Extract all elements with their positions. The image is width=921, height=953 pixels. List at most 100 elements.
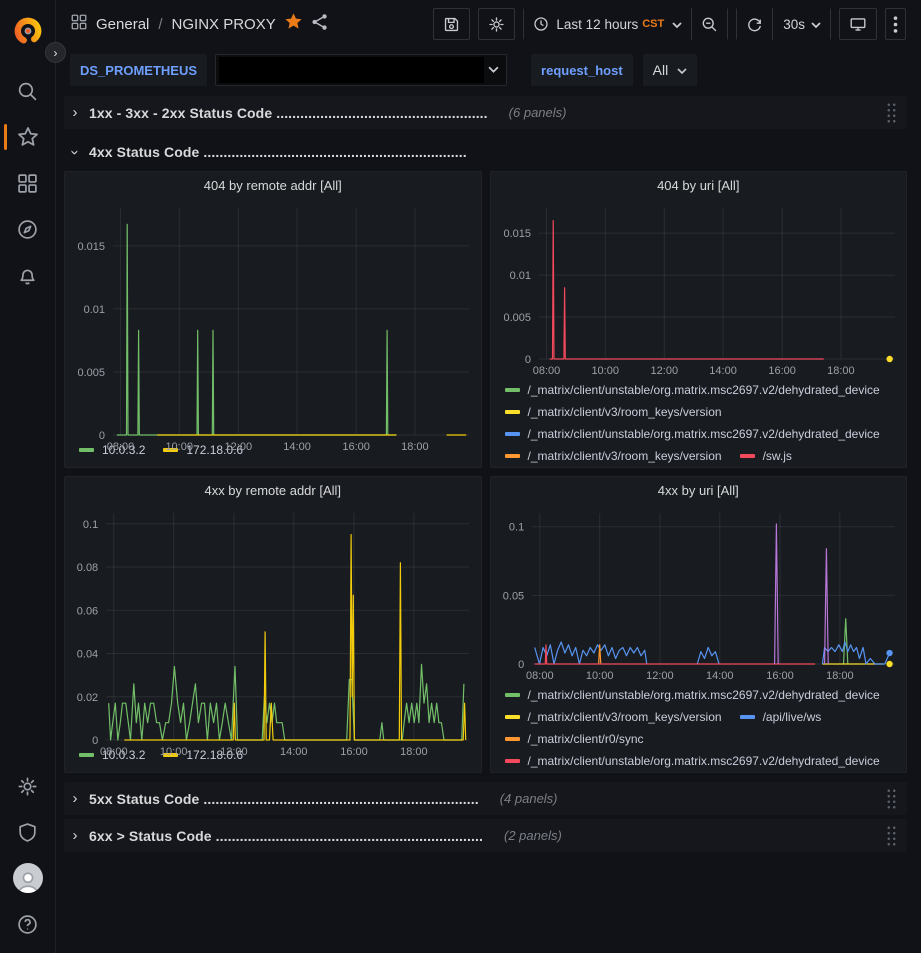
legend-swatch <box>505 454 520 458</box>
sidebar-item-configuration[interactable] <box>0 763 56 809</box>
save-icon <box>443 16 460 33</box>
legend-item[interactable]: /api/live/ws <box>740 706 822 728</box>
svg-text:16:00: 16:00 <box>768 365 796 377</box>
legend-item[interactable]: /_matrix/client/unstable/org.matrix.msc2… <box>505 684 880 706</box>
dashboard-settings-button[interactable] <box>478 8 515 40</box>
breadcrumb: General / NGINX PROXY <box>96 16 276 33</box>
legend-item[interactable]: /_matrix/client/r0/sync <box>505 728 644 750</box>
row-6xx[interactable]: › 6xx > Status Code ....................… <box>64 819 907 852</box>
timezone-label: CST <box>642 18 664 30</box>
sidebar-item-server-admin[interactable] <box>0 809 56 855</box>
sidebar-item-search[interactable] <box>0 68 56 114</box>
row-panel-count: (4 panels) <box>500 791 558 806</box>
breadcrumb-section[interactable]: General <box>96 16 149 33</box>
svg-text:0.04: 0.04 <box>77 649 98 661</box>
svg-text:08:00: 08:00 <box>107 441 135 453</box>
chevron-down-icon: › <box>67 147 84 157</box>
svg-text:08:00: 08:00 <box>532 365 560 377</box>
svg-text:0.005: 0.005 <box>77 367 105 379</box>
legend-item[interactable]: /_matrix/client/v3/room_keys/version <box>505 706 722 728</box>
row-title: 1xx - 3xx - 2xx Status Code ............… <box>89 105 488 121</box>
legend-item[interactable]: /_matrix/client/unstable/org.matrix.msc2… <box>505 379 880 401</box>
time-range-picker[interactable]: Last 12 hours CST <box>524 8 691 40</box>
legend-label: /api/live/ws <box>763 710 822 724</box>
share-icon[interactable] <box>311 13 329 36</box>
legend-item[interactable]: /sw.js <box>740 445 792 467</box>
svg-text:12:00: 12:00 <box>650 365 678 377</box>
svg-text:0.1: 0.1 <box>83 519 98 531</box>
question-circle-icon <box>17 914 38 935</box>
chart-4xx-by-uri[interactable]: 08:0010:0012:0014:0016:0018:0000.050.1 <box>491 505 907 684</box>
chart-4xx-by-remote-addr[interactable]: 08:0010:0012:0014:0016:0018:0000.020.040… <box>65 505 481 746</box>
svg-text:18:00: 18:00 <box>827 365 855 377</box>
svg-text:18:00: 18:00 <box>826 670 854 682</box>
svg-text:0.08: 0.08 <box>77 562 98 574</box>
gear-icon <box>17 776 38 797</box>
legend: /_matrix/client/unstable/org.matrix.msc2… <box>491 379 907 467</box>
row-panel-count: (6 panels) <box>509 105 567 120</box>
sidebar-item-dashboards[interactable] <box>0 160 56 206</box>
favorite-star-icon[interactable] <box>284 12 303 36</box>
more-options-button[interactable] <box>885 8 906 40</box>
legend: /_matrix/client/unstable/org.matrix.msc2… <box>491 684 907 772</box>
row-1xx-3xx-2xx[interactable]: › 1xx - 3xx - 2xx Status Code ..........… <box>64 96 907 129</box>
panel-404-by-uri: 404 by uri [All] 08:0010:0012:0014:0016:… <box>490 171 908 468</box>
sidebar-item-help[interactable] <box>0 901 56 947</box>
legend-label: /_matrix/client/v3/room_keys/version <box>528 405 722 419</box>
chart-404-by-remote-addr[interactable]: 08:0010:0012:0014:0016:0018:0000.0050.01… <box>65 200 481 441</box>
legend-item[interactable]: /_matrix/client/unstable/org.matrix.msc2… <box>505 750 880 772</box>
clock-icon <box>533 16 549 32</box>
datasource-variable-select[interactable] <box>215 54 507 86</box>
svg-text:10:00: 10:00 <box>160 746 188 758</box>
sidebar-item-starred[interactable] <box>0 114 56 160</box>
tv-mode-button[interactable] <box>839 8 877 40</box>
sidebar-expand-button[interactable]: › <box>45 42 66 63</box>
legend-swatch <box>740 454 755 458</box>
row-drag-handle[interactable] <box>886 102 897 123</box>
row-drag-handle[interactable] <box>886 825 897 846</box>
legend-item[interactable]: /_matrix/client/v3/room_keys/version <box>505 445 722 467</box>
save-dashboard-button[interactable] <box>433 8 470 40</box>
svg-text:08:00: 08:00 <box>526 670 554 682</box>
request-host-variable-select[interactable]: All <box>643 54 698 86</box>
legend-item[interactable]: /_matrix/client/unstable/org.matrix.msc2… <box>505 423 880 445</box>
row-panel-count: (2 panels) <box>504 828 562 843</box>
apps-breadcrumb-icon[interactable] <box>70 13 88 36</box>
chevron-down-icon <box>488 61 499 79</box>
dashboard-body: › 1xx - 3xx - 2xx Status Code ..........… <box>56 92 921 953</box>
shield-icon <box>17 822 38 843</box>
compass-icon <box>17 219 38 240</box>
panel-title[interactable]: 404 by uri [All] <box>491 172 907 200</box>
legend-swatch <box>505 388 520 392</box>
sidebar-item-explore[interactable] <box>0 206 56 252</box>
legend-item[interactable]: /_matrix/client/v3/room_keys/version <box>505 401 722 423</box>
row-title: 5xx Status Code ........................… <box>89 791 479 807</box>
refresh-interval-dropdown[interactable]: 30s <box>772 8 830 40</box>
panel-title[interactable]: 4xx by uri [All] <box>491 477 907 505</box>
request-host-variable-label[interactable]: request_host <box>531 54 633 86</box>
panel-title[interactable]: 404 by remote addr [All] <box>65 172 481 200</box>
main-area: General / NGINX PROXY <box>56 0 921 953</box>
row-5xx[interactable]: › 5xx Status Code ......................… <box>64 782 907 815</box>
request-host-value: All <box>653 62 669 78</box>
gear-icon <box>488 16 505 33</box>
legend-swatch <box>505 715 520 719</box>
svg-text:12:00: 12:00 <box>220 746 248 758</box>
panel-4xx-by-remote-addr: 4xx by remote addr [All] 08:0010:0012:00… <box>64 476 482 773</box>
bell-icon <box>17 265 38 286</box>
svg-text:18:00: 18:00 <box>401 441 429 453</box>
row-drag-handle[interactable] <box>886 788 897 809</box>
zoom-out-button[interactable] <box>691 8 727 40</box>
row-4xx[interactable]: › 4xx Status Code ......................… <box>64 138 907 166</box>
apps-icon <box>17 173 38 194</box>
panel-title[interactable]: 4xx by remote addr [All] <box>65 477 481 505</box>
panel-4xx-by-uri: 4xx by uri [All] 08:0010:0012:0014:0016:… <box>490 476 908 773</box>
avatar <box>13 863 43 893</box>
kebab-icon <box>893 16 898 33</box>
sidebar-item-alerting[interactable] <box>0 252 56 298</box>
sidebar-item-profile[interactable] <box>0 855 56 901</box>
svg-text:14:00: 14:00 <box>283 441 311 453</box>
chart-404-by-uri[interactable]: 08:0010:0012:0014:0016:0018:0000.0050.01… <box>491 200 907 379</box>
datasource-variable-label[interactable]: DS_PROMETHEUS <box>70 54 207 86</box>
refresh-button[interactable] <box>737 8 772 40</box>
